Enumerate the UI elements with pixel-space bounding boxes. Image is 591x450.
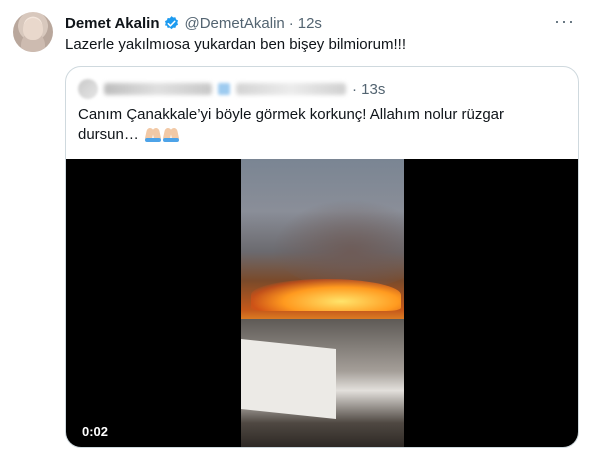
quoted-timestamp[interactable]: · 13s [352,81,385,98]
video-frame[interactable] [241,159,404,447]
handle[interactable]: @DemetAkalin [184,15,284,32]
avatar[interactable] [13,12,53,52]
quoted-display-name-blurred [104,83,212,95]
smoke [271,199,404,289]
wall [241,339,336,419]
tweet-header: Demet Akalin @DemetAkalin · 12s ··· [65,12,575,34]
quoted-tweet[interactable]: · 13s Canım Çanakkale’yi böyle görmek ko… [65,66,579,448]
video-timecode: 0:02 [82,424,109,439]
display-name[interactable]: Demet Akalin [65,15,159,32]
quoted-text: Canım Çanakkale’yi böyle görmek korkunç!… [78,106,505,143]
quoted-verified-icon [218,83,230,95]
quoted-handle-blurred [236,83,346,95]
fire [251,279,401,311]
separator-dot: · [288,14,294,32]
verified-badge-icon [165,15,179,29]
quoted-header: · 13s [78,79,385,99]
folded-hands-icon [145,127,162,142]
timestamp[interactable]: 12s [298,15,322,32]
tweet-text: Lazerle yakılmıosa yukardan ben bişey bi… [65,36,406,53]
folded-hands-icon [163,127,180,142]
quoted-avatar[interactable] [78,79,98,99]
more-icon[interactable]: ··· [554,12,575,30]
video-player[interactable]: 0:02 [66,159,578,447]
